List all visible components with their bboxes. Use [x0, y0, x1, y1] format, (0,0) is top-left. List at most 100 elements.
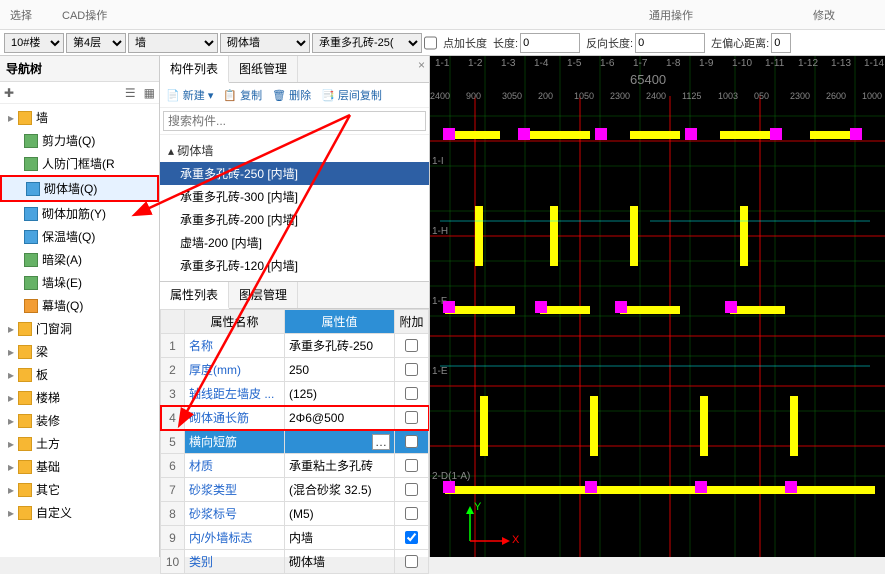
- tree-node-3[interactable]: 砌体墙(Q): [0, 175, 159, 202]
- cad-canvas[interactable]: 1-11-21-31-41-51-61-71-81-91-101-111-121…: [430, 56, 885, 557]
- dim-6: 2400: [646, 91, 666, 101]
- tree-node-9[interactable]: ▸ 门窗洞: [0, 317, 159, 340]
- filter-bar: 10#楼 第4层 墙 砌体墙 承重多孔砖-25( 点加长度 长度: 反向长度: …: [0, 30, 885, 56]
- tree-node-4[interactable]: 砌体加筋(Y): [0, 202, 159, 225]
- grid-row-0: 1-I: [432, 156, 444, 167]
- dim-3: 200: [538, 91, 553, 101]
- copy-button[interactable]: 📋 复制: [223, 87, 262, 103]
- prop-tabs: 属性列表 图层管理: [160, 282, 429, 309]
- tab-layer-mgr[interactable]: 图层管理: [229, 282, 298, 308]
- prop-row-7[interactable]: 7砂浆类型(混合砂浆 32.5): [161, 478, 429, 502]
- dim-1: 900: [466, 91, 481, 101]
- tree-tool-list-icon[interactable]: ☰: [125, 86, 136, 100]
- dim-7: 1125: [682, 91, 701, 101]
- component-list[interactable]: ▴ 砌体墙承重多孔砖-250 [内墙]承重多孔砖-300 [内墙]承重多孔砖-2…: [160, 135, 429, 282]
- comp-search: [160, 108, 429, 135]
- list-item-3[interactable]: 虚墙-200 [内墙]: [160, 231, 429, 254]
- ribbon-label-general: 通用操作: [649, 7, 693, 23]
- nav-tree[interactable]: ▸ 墙 剪力墙(Q) 人防门框墙(R 砌体墙(Q) 砌体加筋(Y) 保温墙(Q)…: [0, 104, 159, 557]
- prop-row-1[interactable]: 1名称承重多孔砖-250: [161, 334, 429, 358]
- tree-node-0[interactable]: ▸ 墙: [0, 106, 159, 129]
- list-group[interactable]: ▴ 砌体墙: [160, 139, 429, 162]
- new-button[interactable]: 📄 新建 ▾: [166, 87, 213, 103]
- point-add-length-check[interactable]: [424, 33, 437, 53]
- tree-node-12[interactable]: ▸ 楼梯: [0, 386, 159, 409]
- dim-4: 1050: [574, 91, 594, 101]
- floor-select[interactable]: 第4层: [66, 33, 126, 53]
- grid-col-7: 1-8: [666, 58, 680, 69]
- tree-node-8[interactable]: 幕墙(Q): [0, 294, 159, 317]
- prop-row-6[interactable]: 6材质承重粘土多孔砖: [161, 454, 429, 478]
- tree-node-14[interactable]: ▸ 土方: [0, 432, 159, 455]
- close-icon[interactable]: ×: [418, 58, 425, 72]
- tree-node-17[interactable]: ▸ 自定义: [0, 501, 159, 524]
- prop-row-8[interactable]: 8砂浆标号(M5): [161, 502, 429, 526]
- tree-node-1[interactable]: 剪力墙(Q): [0, 129, 159, 152]
- dim-10: 2300: [790, 91, 810, 101]
- list-item-2[interactable]: 承重多孔砖-200 [内墙]: [160, 208, 429, 231]
- tree-node-6[interactable]: 暗梁(A): [0, 248, 159, 271]
- ribbon-label-cad: CAD操作: [62, 7, 107, 23]
- grid-col-0: 1-1: [435, 58, 449, 69]
- search-input[interactable]: [163, 111, 426, 131]
- dim-2: 3050: [502, 91, 522, 101]
- reverse-length-input[interactable]: [635, 33, 705, 53]
- grid-row-1: 1-H: [432, 226, 448, 237]
- tree-tool-add-icon[interactable]: ✚: [4, 86, 14, 100]
- mid-panel: × 构件列表 图纸管理 📄 新建 ▾ 📋 复制 🗑 删除 📑 层间复制 ▴ 砌体…: [160, 56, 430, 557]
- dim-11: 2600: [826, 91, 846, 101]
- comp-tabs: 构件列表 图纸管理: [160, 56, 429, 83]
- building-select[interactable]: 10#楼: [4, 33, 64, 53]
- offset-input[interactable]: [771, 33, 791, 53]
- grid-col-10: 1-11: [765, 58, 784, 69]
- dim-9: 050: [754, 91, 769, 101]
- prop-row-4[interactable]: 4砌体通长筋2Φ6@500: [161, 406, 429, 430]
- tree-node-16[interactable]: ▸ 其它: [0, 478, 159, 501]
- col-extra: 附加: [395, 310, 429, 334]
- layer-copy-button[interactable]: 📑 层间复制: [321, 87, 382, 103]
- grid-col-4: 1-5: [567, 58, 581, 69]
- tree-node-2[interactable]: 人防门框墙(R: [0, 152, 159, 175]
- type-select[interactable]: 砌体墙: [220, 33, 310, 53]
- tab-comp-list[interactable]: 构件列表: [160, 56, 229, 83]
- delete-button[interactable]: 🗑 删除: [272, 87, 311, 103]
- tree-node-15[interactable]: ▸ 基础: [0, 455, 159, 478]
- list-item-4[interactable]: 承重多孔砖-120 [内墙]: [160, 254, 429, 277]
- tree-node-10[interactable]: ▸ 梁: [0, 340, 159, 363]
- grid-col-2: 1-3: [501, 58, 515, 69]
- total-dim: 65400: [630, 72, 666, 87]
- corner-label: 2-D(1-A): [432, 471, 470, 482]
- grid-col-12: 1-13: [831, 58, 851, 69]
- prop-row-5[interactable]: 5横向短筋…: [161, 430, 429, 454]
- ribbon-label-modify: 修改: [813, 7, 835, 23]
- grid-col-13: 1-14: [864, 58, 884, 69]
- property-table: 属性名称 属性值 附加 1名称承重多孔砖-2502厚度(mm)2503轴线距左墙…: [160, 309, 429, 574]
- subtype-select[interactable]: 承重多孔砖-25(: [312, 33, 422, 53]
- tree-toolbar: ✚ ☰ ▦: [0, 82, 159, 104]
- dim-0: 2400: [430, 91, 450, 101]
- grid-col-8: 1-9: [699, 58, 713, 69]
- prop-row-3[interactable]: 3轴线距左墙皮 ...(125): [161, 382, 429, 406]
- prop-row-10[interactable]: 10类别砌体墙: [161, 550, 429, 574]
- offset-label: 左偏心距离:: [711, 35, 769, 51]
- tree-node-7[interactable]: 墙垛(E): [0, 271, 159, 294]
- col-name: 属性名称: [185, 310, 285, 334]
- tree-node-13[interactable]: ▸ 装修: [0, 409, 159, 432]
- prop-row-9[interactable]: 9内/外墙标志内墙: [161, 526, 429, 550]
- length-input[interactable]: [520, 33, 580, 53]
- tab-prop-list[interactable]: 属性列表: [160, 282, 229, 309]
- category-select[interactable]: 墙: [128, 33, 218, 53]
- tree-node-11[interactable]: ▸ 板: [0, 363, 159, 386]
- tree-tool-grid-icon[interactable]: ▦: [144, 86, 155, 100]
- tree-node-5[interactable]: 保温墙(Q): [0, 225, 159, 248]
- grid-row-3: 1-E: [432, 366, 448, 377]
- grid-col-3: 1-4: [534, 58, 548, 69]
- tab-drawing-mgr[interactable]: 图纸管理: [229, 56, 298, 82]
- grid-col-11: 1-12: [798, 58, 818, 69]
- axis-y-label: Y: [474, 501, 481, 513]
- list-item-1[interactable]: 承重多孔砖-300 [内墙]: [160, 185, 429, 208]
- prop-row-2[interactable]: 2厚度(mm)250: [161, 358, 429, 382]
- grid-col-9: 1-10: [732, 58, 752, 69]
- dim-12: 1000: [862, 91, 882, 101]
- list-item-0[interactable]: 承重多孔砖-250 [内墙]: [160, 162, 429, 185]
